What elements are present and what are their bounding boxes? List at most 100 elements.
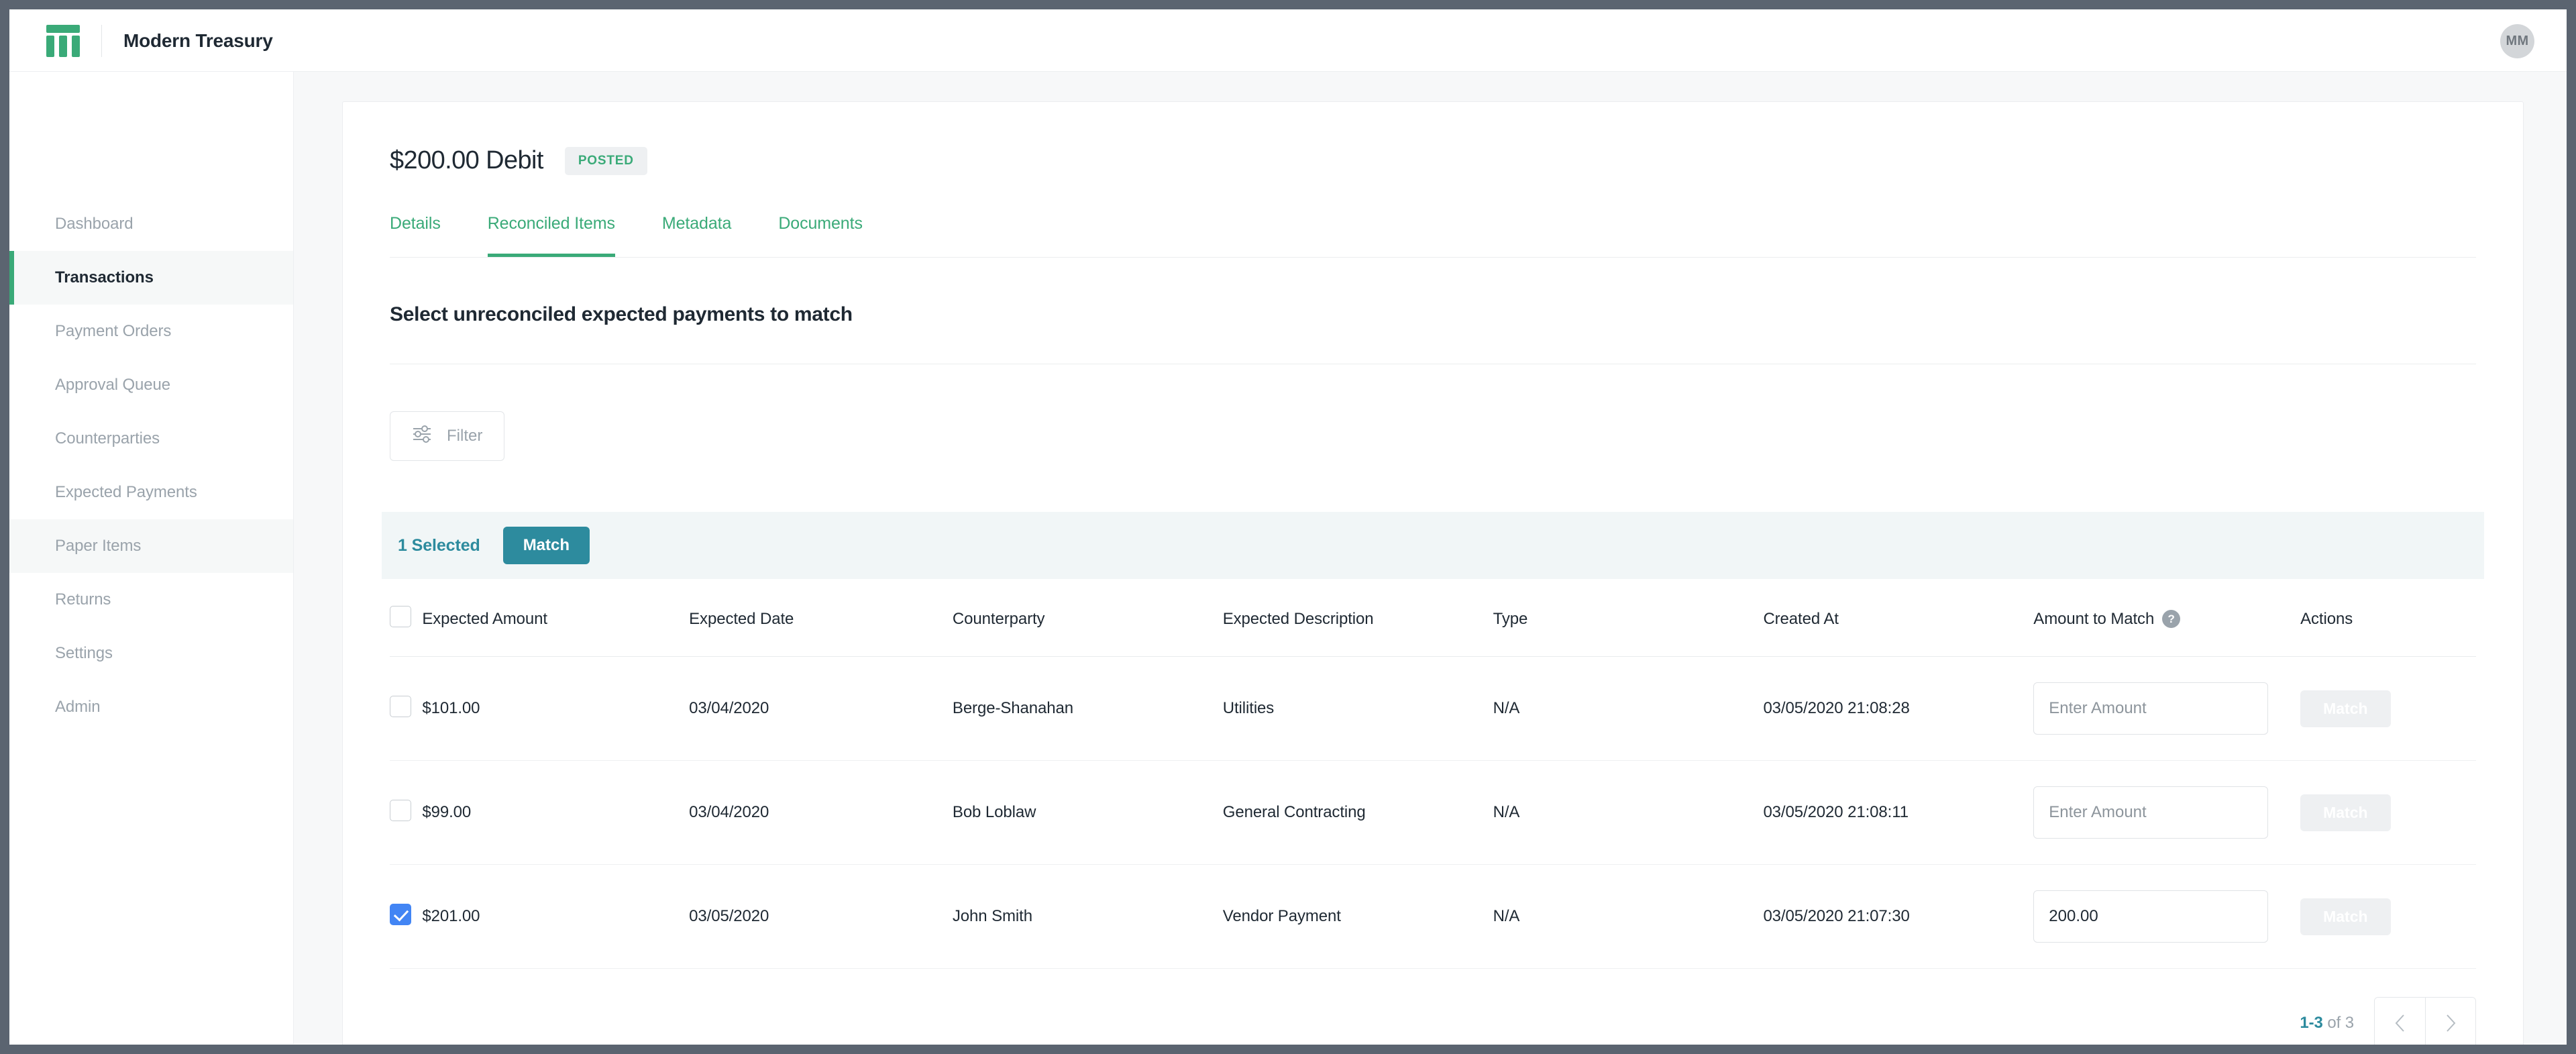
cell-expected-amount: $201.00 — [422, 864, 690, 969]
row-checkbox[interactable] — [390, 903, 411, 925]
page-range-total: of 3 — [2322, 1013, 2354, 1032]
column-header-actions: Actions — [2300, 579, 2476, 657]
cell-amount-to-match — [2033, 864, 2301, 969]
select-all-cell — [390, 579, 423, 657]
sidebar-item-label: Transactions — [55, 268, 154, 286]
cell-amount-to-match — [2033, 656, 2301, 761]
cell-expected-description: Utilities — [1222, 656, 1493, 761]
column-header-expected-amount[interactable]: Expected Amount — [422, 579, 690, 657]
amount-to-match-input[interactable] — [2033, 890, 2269, 943]
sidebar: Dashboard Transactions Payment Orders Ap… — [9, 72, 294, 1044]
cell-counterparty: Berge-Shanahan — [952, 656, 1223, 761]
table-header-row: Expected Amount Expected Date Counterpar… — [390, 579, 2476, 657]
page-title: $200.00 Debit — [390, 146, 543, 174]
help-circle-icon[interactable]: ? — [2162, 610, 2181, 628]
sidebar-item-label: Approval Queue — [55, 376, 171, 394]
body-area: Dashboard Transactions Payment Orders Ap… — [9, 72, 2567, 1045]
row-checkbox[interactable] — [390, 799, 411, 821]
sidebar-item-admin[interactable]: Admin — [9, 680, 293, 734]
sidebar-item-label: Paper Items — [55, 537, 142, 555]
selected-count: 1 Selected — [398, 535, 480, 555]
cell-expected-description: Vendor Payment — [1222, 864, 1493, 969]
cell-actions: Match — [2300, 656, 2476, 761]
tab-details[interactable]: Details — [390, 214, 441, 257]
modern-treasury-logo-icon — [46, 24, 80, 57]
brand-divider — [101, 24, 102, 57]
sidebar-item-paper-items[interactable]: Paper Items — [9, 519, 293, 573]
cell-expected-description: General Contracting — [1222, 760, 1493, 865]
cell-actions: Match — [2300, 864, 2476, 969]
cell-expected-amount: $99.00 — [422, 760, 690, 865]
amount-to-match-input[interactable] — [2033, 786, 2269, 839]
sidebar-item-expected-payments[interactable]: Expected Payments — [9, 466, 293, 519]
content-area: $200.00 Debit POSTED Details Reconciled … — [294, 72, 2567, 1045]
brand[interactable]: Modern Treasury — [46, 9, 273, 72]
cell-actions: Match — [2300, 760, 2476, 865]
sidebar-item-label: Returns — [55, 590, 111, 609]
top-bar: Modern Treasury MM — [9, 9, 2567, 72]
column-header-amount-to-match[interactable]: Amount to Match ? — [2033, 579, 2301, 657]
column-header-counterparty[interactable]: Counterparty — [952, 579, 1223, 657]
filter-button-label: Filter — [447, 427, 483, 445]
table-row: $99.00 03/04/2020 Bob Loblaw General Con… — [390, 760, 2476, 865]
cell-amount-to-match — [2033, 760, 2301, 865]
sidebar-item-label: Payment Orders — [55, 322, 172, 340]
cell-created-at: 03/05/2020 21:08:28 — [1763, 656, 2034, 761]
cell-type: N/A — [1493, 760, 1764, 865]
sidebar-item-label: Admin — [55, 698, 101, 716]
pager — [2374, 997, 2476, 1045]
sidebar-item-label: Expected Payments — [55, 483, 197, 501]
cell-type: N/A — [1493, 656, 1764, 761]
row-select-cell — [390, 656, 423, 761]
cell-expected-amount: $101.00 — [422, 656, 690, 761]
cell-counterparty: Bob Loblaw — [952, 760, 1223, 865]
row-match-button[interactable]: Match — [2300, 898, 2391, 935]
filter-sliders-icon — [412, 425, 432, 447]
cell-type: N/A — [1493, 864, 1764, 969]
sidebar-item-payment-orders[interactable]: Payment Orders — [9, 305, 293, 358]
status-badge: POSTED — [564, 146, 647, 175]
app-window: Modern Treasury MM Dashboard Transaction… — [9, 9, 2567, 1045]
row-select-cell — [390, 864, 423, 969]
chevron-left-icon[interactable] — [2375, 998, 2425, 1045]
sidebar-item-label: Settings — [55, 644, 113, 662]
page-range: 1-3 of 3 — [2300, 1014, 2354, 1033]
sidebar-item-transactions[interactable]: Transactions — [9, 251, 293, 305]
amount-to-match-input[interactable] — [2033, 682, 2269, 735]
page-range-current: 1-3 — [2300, 1013, 2323, 1032]
sidebar-item-dashboard[interactable]: Dashboard — [9, 197, 293, 251]
cell-created-at: 03/05/2020 21:07:30 — [1763, 864, 2034, 969]
column-header-expected-date[interactable]: Expected Date — [689, 579, 953, 657]
sidebar-item-label: Counterparties — [55, 429, 160, 447]
row-select-cell — [390, 760, 423, 865]
cell-expected-date: 03/04/2020 — [689, 656, 953, 761]
table-row: $201.00 03/05/2020 John Smith Vendor Pay… — [390, 864, 2476, 969]
cell-created-at: 03/05/2020 21:08:11 — [1763, 760, 2034, 865]
row-match-button[interactable]: Match — [2300, 794, 2391, 831]
cell-counterparty: John Smith — [952, 864, 1223, 969]
page-header: $200.00 Debit POSTED — [390, 146, 2476, 175]
tab-metadata[interactable]: Metadata — [662, 214, 732, 257]
row-checkbox[interactable] — [390, 695, 411, 717]
chevron-right-icon[interactable] — [2425, 998, 2475, 1045]
column-header-created-at[interactable]: Created At — [1763, 579, 2034, 657]
column-header-expected-description[interactable]: Expected Description — [1222, 579, 1493, 657]
tab-bar: Details Reconciled Items Metadata Docume… — [390, 214, 2476, 258]
sidebar-item-counterparties[interactable]: Counterparties — [9, 412, 293, 466]
tab-reconciled-items[interactable]: Reconciled Items — [487, 214, 615, 257]
column-header-type[interactable]: Type — [1493, 579, 1764, 657]
filter-button[interactable]: Filter — [390, 411, 505, 461]
cell-expected-date: 03/05/2020 — [689, 864, 953, 969]
sidebar-item-returns[interactable]: Returns — [9, 573, 293, 627]
tab-documents[interactable]: Documents — [778, 214, 863, 257]
pagination: 1-3 of 3 — [390, 969, 2476, 1045]
select-all-checkbox[interactable] — [390, 606, 411, 627]
table-row: $101.00 03/04/2020 Berge-Shanahan Utilit… — [390, 656, 2476, 761]
sidebar-item-settings[interactable]: Settings — [9, 627, 293, 680]
avatar[interactable]: MM — [2500, 24, 2534, 58]
row-match-button[interactable]: Match — [2300, 690, 2391, 727]
match-selected-button[interactable]: Match — [502, 527, 590, 564]
column-header-amount-to-match-label: Amount to Match — [2033, 609, 2155, 628]
sidebar-item-label: Dashboard — [55, 215, 133, 233]
sidebar-item-approval-queue[interactable]: Approval Queue — [9, 358, 293, 412]
